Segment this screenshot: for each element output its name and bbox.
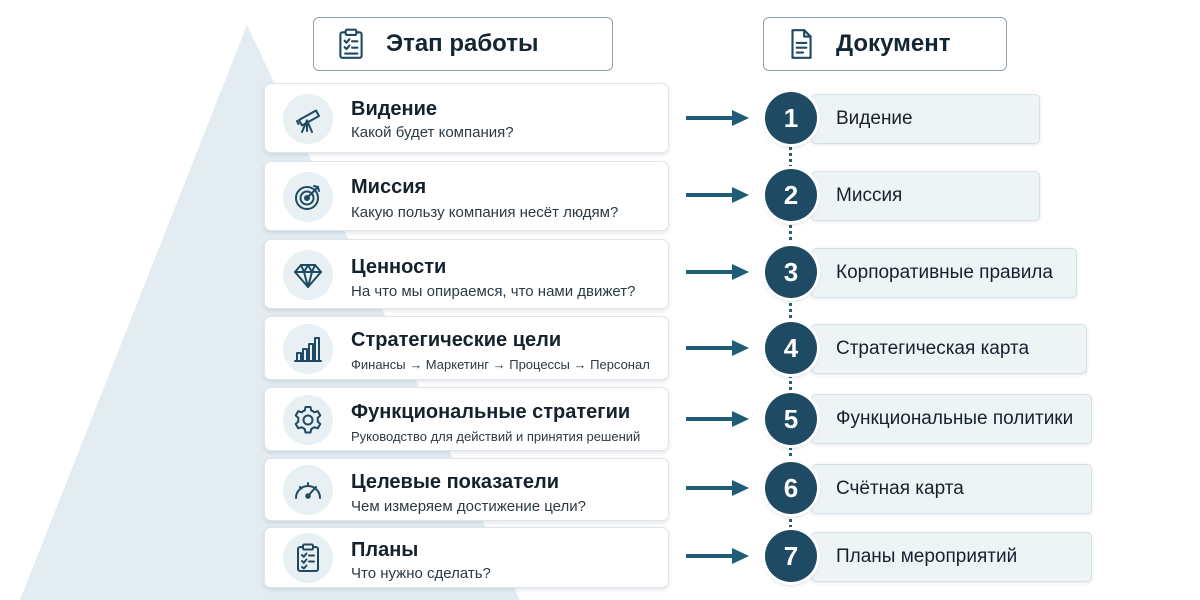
stage-card-values: Ценности На что мы опираемся, что нами д… bbox=[264, 239, 669, 309]
document-box: Видение bbox=[811, 94, 1040, 144]
stage-title: Стратегические цели bbox=[351, 329, 562, 351]
step-number: 1 bbox=[765, 92, 817, 144]
stage-subtitle: Чем измеряем достижение цели? bbox=[351, 498, 586, 515]
stage-subtitle: Какой будет компания? bbox=[351, 124, 514, 141]
stage-icon-wrap bbox=[283, 324, 333, 374]
stage-card-plans: Планы Что нужно сделать? bbox=[264, 527, 669, 588]
stage-subtitle: На что мы опираемся, что нами движет? bbox=[351, 283, 636, 300]
step-number: 6 bbox=[765, 462, 817, 514]
telescope-icon bbox=[296, 109, 320, 133]
document-box: Миссия bbox=[811, 171, 1040, 221]
document-box: Планы мероприятий bbox=[811, 532, 1092, 582]
stage-card-vision: Видение Какой будет компания? bbox=[264, 83, 669, 153]
stage-title: Планы bbox=[351, 539, 419, 561]
document-box: Стратегическая карта bbox=[811, 324, 1087, 374]
stage-title: Целевые показатели bbox=[351, 471, 559, 493]
target-icon bbox=[295, 185, 320, 210]
header-document-label: Документ bbox=[836, 30, 951, 57]
stage-icon-wrap bbox=[283, 94, 333, 144]
header-stage: Этап работы bbox=[313, 17, 613, 71]
arrow-right-icon bbox=[686, 264, 749, 280]
document-box: Функциональные политики bbox=[811, 394, 1092, 444]
stage-card-functional-strategies: Функциональные стратегии Руководство для… bbox=[264, 387, 669, 451]
stage-subtitle: Финансы → Маркетинг → Процессы → Персона… bbox=[351, 357, 650, 372]
stage-title: Видение bbox=[351, 98, 438, 120]
stage-icon-wrap bbox=[283, 250, 333, 300]
diamond-icon bbox=[294, 264, 322, 288]
stage-title: Ценности bbox=[351, 256, 447, 278]
document-box: Корпоративные правила bbox=[811, 248, 1077, 298]
step-number: 2 bbox=[765, 169, 817, 221]
arrow-right-icon bbox=[686, 340, 749, 356]
gauge-icon bbox=[295, 482, 321, 499]
stage-icon-wrap bbox=[283, 465, 333, 515]
stage-title: Миссия bbox=[351, 176, 427, 198]
stage-card-target-indicators: Целевые показатели Чем измеряем достижен… bbox=[264, 458, 669, 521]
header-stage-label: Этап работы bbox=[386, 30, 539, 57]
step-number: 4 bbox=[765, 322, 817, 374]
clipboard-checklist-icon bbox=[339, 28, 363, 59]
stage-subtitle: Что нужно сделать? bbox=[351, 565, 491, 582]
arrow-right-icon bbox=[686, 411, 749, 427]
step-number: 7 bbox=[765, 530, 817, 582]
document-box: Счётная карта bbox=[811, 464, 1092, 514]
stage-card-strategic-goals: Стратегические цели Финансы → Маркетинг … bbox=[264, 316, 669, 380]
arrow-right-icon bbox=[686, 110, 749, 126]
bar-chart-icon bbox=[294, 337, 322, 362]
clipboard-checklist-icon bbox=[297, 543, 319, 572]
gear-icon bbox=[294, 406, 322, 434]
stage-card-mission: Миссия Какую пользу компания несёт людям… bbox=[264, 161, 669, 231]
stage-icon-wrap bbox=[283, 395, 333, 445]
step-number: 5 bbox=[765, 393, 817, 445]
stage-icon-wrap bbox=[283, 172, 333, 222]
header-document: Документ bbox=[763, 17, 1007, 71]
arrow-right-icon bbox=[686, 480, 749, 496]
arrow-right-icon bbox=[686, 548, 749, 564]
document-icon bbox=[791, 29, 812, 59]
step-number: 3 bbox=[765, 246, 817, 298]
stage-title: Функциональные стратегии bbox=[351, 401, 631, 423]
arrow-right-icon bbox=[686, 187, 749, 203]
stage-icon-wrap bbox=[283, 533, 333, 583]
stage-subtitle: Руководство для действий и принятия реше… bbox=[351, 429, 641, 444]
stage-subtitle: Какую пользу компания несёт людям? bbox=[351, 204, 619, 221]
